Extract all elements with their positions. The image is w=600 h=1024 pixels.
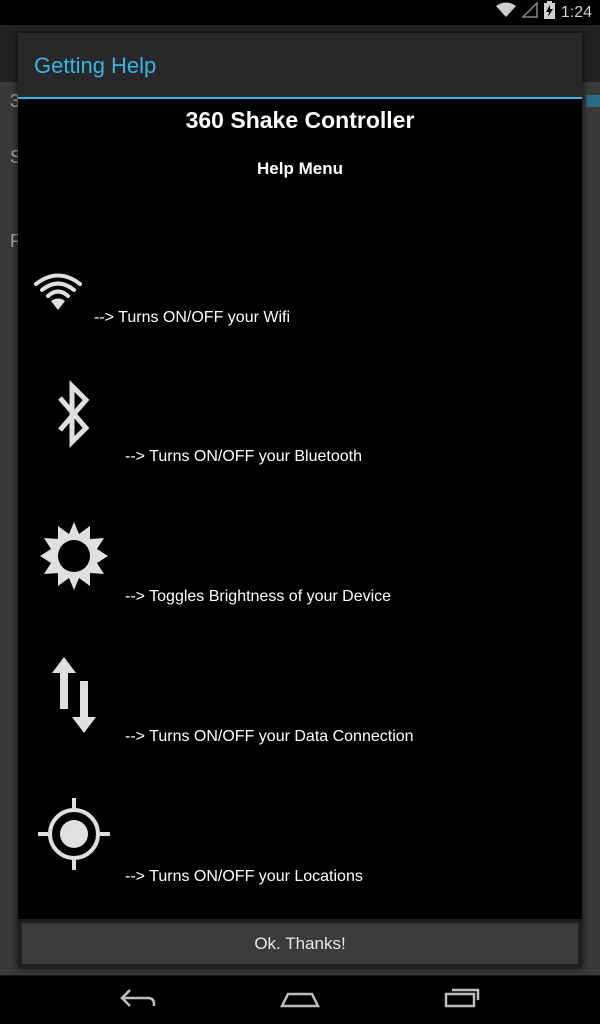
help-item-bluetooth: --> Turns ON/OFF your Bluetooth <box>18 378 582 478</box>
signal-icon <box>521 1 538 23</box>
navigation-bar <box>0 976 600 1024</box>
status-time: 1:24 <box>560 3 592 21</box>
help-dialog: Getting Help 360 Shake Controller Help M… <box>18 33 582 968</box>
recents-icon <box>442 986 482 1015</box>
help-item-text: --> Toggles Brightness of your Device <box>125 588 392 605</box>
help-item-text: --> Turns ON/OFF your Wifi <box>94 309 291 326</box>
data-connection-icon <box>50 655 98 740</box>
help-item-wifi: --> Turns ON/OFF your Wifi <box>18 263 582 333</box>
back-button[interactable] <box>108 984 168 1016</box>
wifi-icon <box>32 271 84 316</box>
back-icon <box>118 986 158 1015</box>
dialog-footer: Ok. Thanks! <box>18 919 582 968</box>
location-icon <box>38 798 110 875</box>
help-item-data-connection: --> Turns ON/OFF your Data Connection <box>18 655 582 755</box>
ok-thanks-button[interactable]: Ok. Thanks! <box>22 923 578 964</box>
dialog-header: Getting Help <box>18 33 582 97</box>
recents-button[interactable] <box>432 984 492 1016</box>
battery-charging-icon <box>543 1 555 24</box>
help-menu-title: Help Menu <box>257 159 343 178</box>
help-item-text: --> Turns ON/OFF your Bluetooth <box>125 448 362 465</box>
home-button[interactable] <box>270 984 330 1016</box>
dialog-divider <box>18 97 582 99</box>
help-item-location: --> Turns ON/OFF your Locations <box>18 796 582 896</box>
help-item-text: --> Turns ON/OFF your Data Connection <box>125 728 414 745</box>
bluetooth-icon <box>54 378 94 457</box>
help-item-text: --> Turns ON/OFF your Locations <box>125 868 363 885</box>
home-icon <box>279 986 321 1015</box>
app-title: 360 Shake Controller <box>185 107 415 133</box>
dialog-title: Getting Help <box>34 53 157 78</box>
status-icons: 1:24 <box>495 1 592 24</box>
help-item-brightness: --> Toggles Brightness of your Device <box>18 518 582 618</box>
status-bar: 1:24 <box>0 0 600 25</box>
background-accent <box>586 95 600 107</box>
brightness-icon <box>40 522 108 595</box>
wifi-icon <box>495 2 516 23</box>
